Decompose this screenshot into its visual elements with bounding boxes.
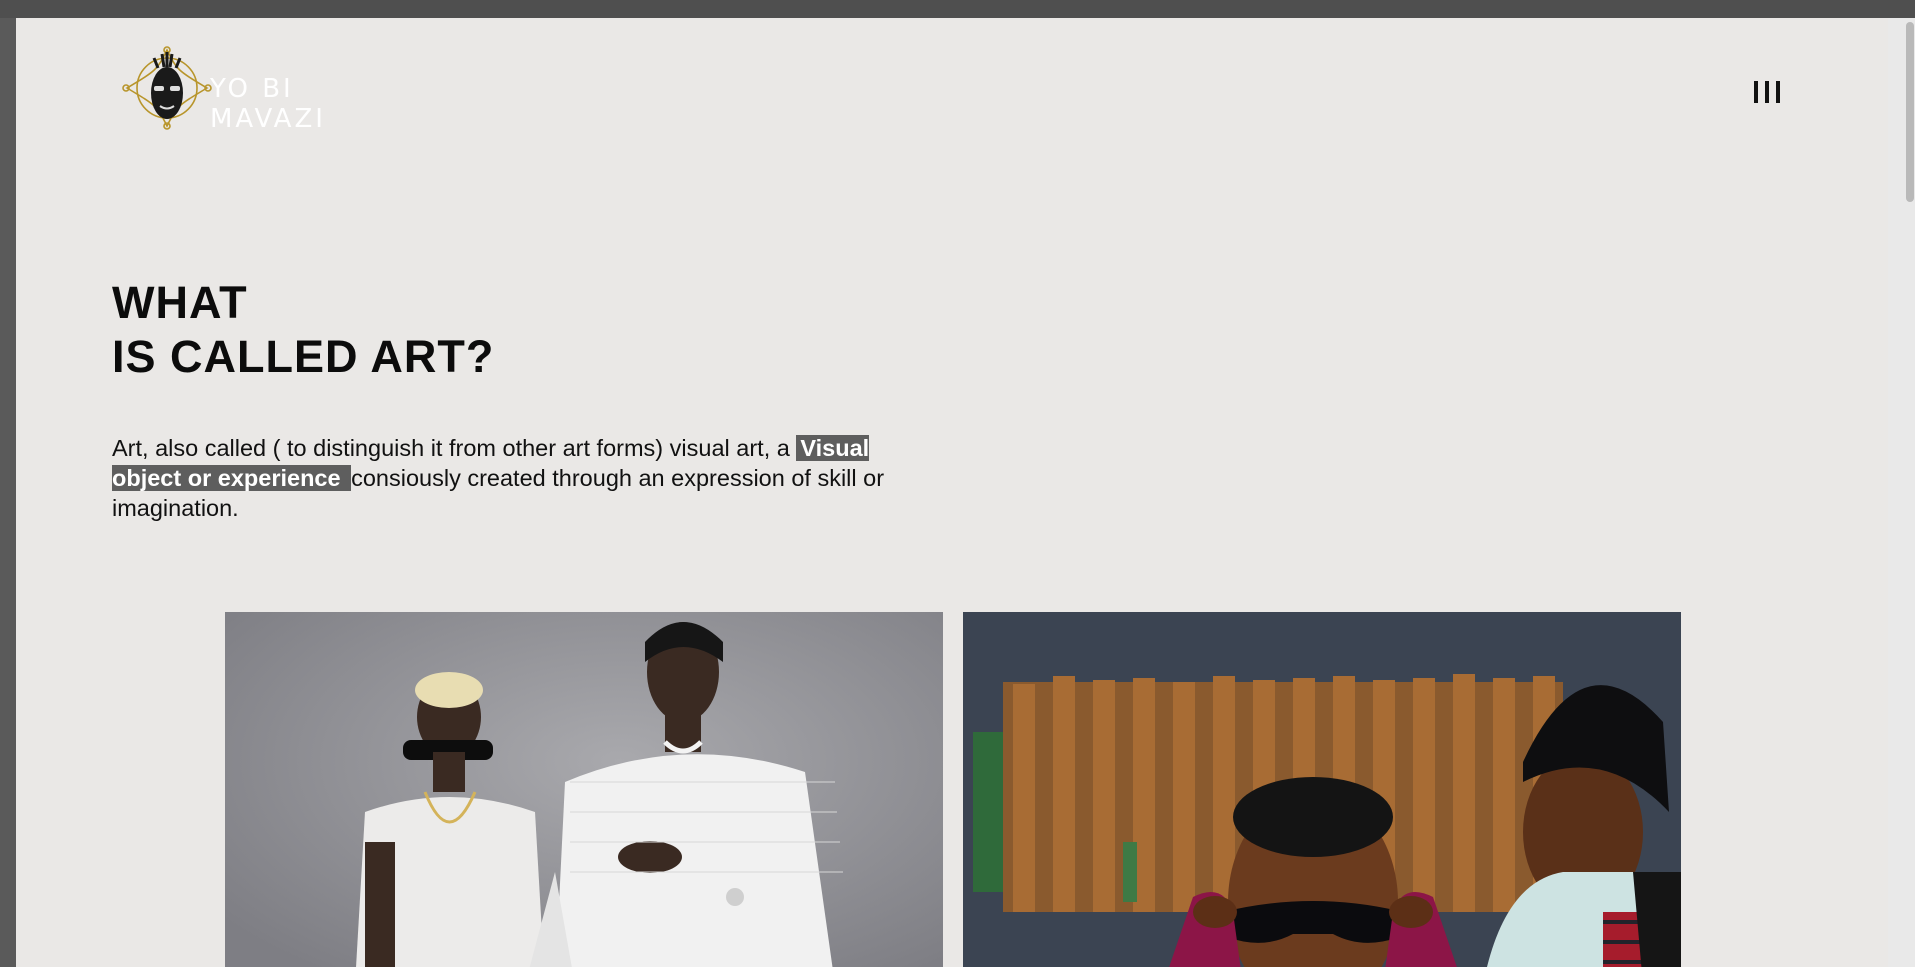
intro-paragraph: Art, also called ( to distinguish it fro… [112,433,932,523]
page-title: WHAT IS CALLED ART? [112,276,494,384]
gallery-photo-1[interactable] [225,612,943,967]
page-viewport: YO BI MAVAZI WHAT IS CALLED ART? Art, al… [16,18,1888,967]
mask-emblem-icon [122,46,212,130]
gallery-photo-2[interactable] [963,612,1681,967]
title-line-2: IS CALLED ART? [112,331,495,382]
logo-wordmark: YO BI MAVAZI [210,74,326,134]
logo-line-1: YO BI [210,74,294,104]
logo-line-2: MAVAZI [210,104,326,134]
browser-top-bar [0,0,1915,18]
title-line-1: WHAT [112,277,248,328]
menu-button[interactable] [1754,81,1786,107]
intro-text-start: Art, also called ( to distinguish it fro… [112,435,797,461]
scrollbar-thumb[interactable] [1906,22,1914,202]
hamburger-bar [1754,81,1758,103]
photo-two-models-image [225,612,943,967]
photo-sunglasses-models-image [963,612,1681,967]
hamburger-bar [1765,81,1769,103]
hamburger-bar [1776,81,1780,103]
site-logo[interactable]: YO BI MAVAZI [114,36,344,156]
